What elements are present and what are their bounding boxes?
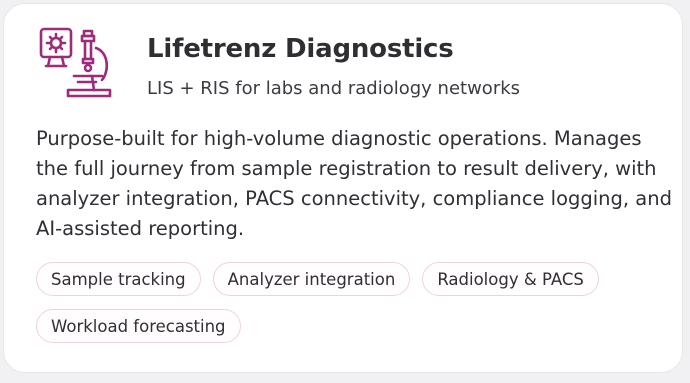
tag-sample-tracking[interactable]: Sample tracking [36,262,201,296]
card-title: Lifetrenz Diagnostics [147,34,454,64]
card-subtitle: LIS + RIS for labs and radiology network… [147,78,521,99]
tag-analyzer-integration[interactable]: Analyzer integration [212,262,411,296]
card-description: Purpose-built for high-volume diagnostic… [36,127,672,240]
product-card: Lifetrenz Diagnostics LIS + RIS for labs… [3,3,683,373]
tag-radiology-pacs[interactable]: Radiology & PACS [422,262,599,296]
tag-workload-forecasting[interactable]: Workload forecasting [36,309,241,343]
microscope-monitor-icon [38,26,124,112]
tag-list: Sample tracking Analyzer integration Rad… [36,262,676,343]
